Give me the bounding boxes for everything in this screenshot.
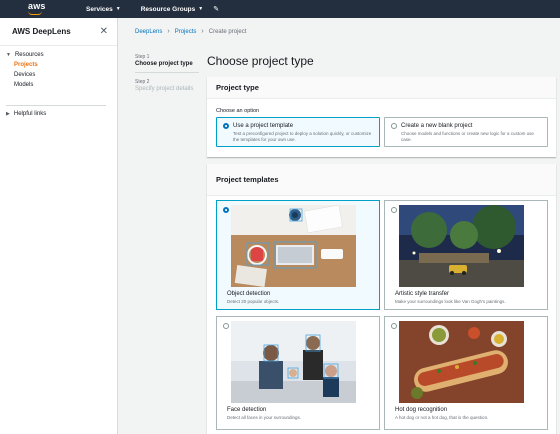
aws-smile-icon xyxy=(28,11,42,15)
radio-unselected-icon[interactable] xyxy=(223,323,229,329)
resources-label: Resources xyxy=(14,52,44,58)
services-label: Services xyxy=(86,5,113,13)
wizard-steps: Step 1 Choose project type Step 2 Specif… xyxy=(135,54,205,92)
top-nav: aws Services ▼ Resource Groups ▼ ✎ xyxy=(0,0,560,18)
radio-unselected-icon[interactable] xyxy=(391,323,397,329)
step-1-number: Step 1 xyxy=(135,54,150,60)
aws-logo-text: aws xyxy=(28,1,46,11)
page-title: Choose project type xyxy=(207,54,314,68)
caret-down-icon: ▼ xyxy=(198,6,204,12)
template-card-style-transfer[interactable]: Artistic style transfer Make your surrou… xyxy=(384,200,548,310)
sidebar-item-devices[interactable]: Devices xyxy=(6,68,117,78)
radio-unselected-icon[interactable] xyxy=(391,123,397,129)
step-divider xyxy=(135,72,199,73)
option-title: Create a new blank project xyxy=(401,123,473,129)
radio-selected-icon[interactable] xyxy=(223,123,229,129)
helpful-links-label: Helpful links xyxy=(13,111,47,117)
step-2-label: Specify project details xyxy=(135,86,194,92)
resource-groups-label: Resource Groups xyxy=(140,5,196,13)
project-templates-heading: Project templates xyxy=(207,164,556,196)
sidebar-item-models[interactable]: Models xyxy=(6,78,117,88)
template-card-hot-dog[interactable]: Hot dog recognition A hot dog or not a h… xyxy=(384,316,548,430)
breadcrumb-projects[interactable]: Projects xyxy=(175,29,197,35)
card-title: Hot dog recognition xyxy=(395,407,448,413)
card-title: Artistic style transfer xyxy=(395,291,450,297)
chevron-right-icon: › xyxy=(167,28,170,35)
option-title: Use a project template xyxy=(233,123,294,129)
aws-logo[interactable]: aws xyxy=(22,0,66,18)
card-description: A hot dog or not a hot dog, that is the … xyxy=(395,415,489,420)
sidebar: AWS DeepLens ✕ ▼ Resources Projects Devi… xyxy=(0,18,118,434)
card-description: Make your surroundings look like Van Gog… xyxy=(395,299,506,304)
template-card-object-detection[interactable]: Object detection Detect 20 popular objec… xyxy=(216,200,380,310)
sidebar-header: AWS DeepLens ✕ xyxy=(0,18,117,46)
style-transfer-image xyxy=(399,205,524,287)
caret-down-icon: ▼ xyxy=(6,52,11,58)
resource-groups-menu[interactable]: Resource Groups ▼ xyxy=(141,6,204,13)
main-content: DeepLens › Projects › Create project Ste… xyxy=(119,18,560,434)
project-type-panel: Project type Choose an option Use a proj… xyxy=(207,77,556,157)
card-title: Object detection xyxy=(227,291,271,297)
face-detection-image xyxy=(231,321,356,403)
option-description: Choose models and functions or create ne… xyxy=(401,131,534,142)
project-templates-panel: Project templates Object detection Detec… xyxy=(207,164,556,434)
sidebar-title[interactable]: AWS DeepLens xyxy=(12,27,71,36)
object-detection-image xyxy=(231,205,356,287)
breadcrumb-deeplens[interactable]: DeepLens xyxy=(135,29,162,35)
sidebar-divider xyxy=(6,105,106,106)
option-use-template[interactable]: Use a project template Test a preconfigu… xyxy=(216,117,380,147)
caret-right-icon: ▶ xyxy=(6,111,10,117)
card-description: Detect 20 popular objects. xyxy=(227,299,280,304)
services-menu[interactable]: Services ▼ xyxy=(86,6,121,13)
project-type-heading: Project type xyxy=(207,77,556,99)
breadcrumb: DeepLens › Projects › Create project xyxy=(135,28,246,35)
sidebar-item-projects[interactable]: Projects xyxy=(6,58,117,68)
hot-dog-image xyxy=(399,321,524,403)
breadcrumb-current: Create project xyxy=(208,28,247,35)
template-card-face-detection[interactable]: Face detection Detect all faces in your … xyxy=(216,316,380,430)
close-icon[interactable]: ✕ xyxy=(100,26,108,37)
pin-icon[interactable]: ✎ xyxy=(213,5,219,13)
card-description: Detect all faces in your surroundings. xyxy=(227,415,302,420)
resources-group: ▼ Resources Projects Devices Models xyxy=(0,46,117,88)
card-title: Face detection xyxy=(227,407,267,413)
radio-unselected-icon[interactable] xyxy=(391,207,397,213)
helpful-links-toggle[interactable]: ▶ Helpful links xyxy=(6,111,46,117)
caret-down-icon: ▼ xyxy=(115,6,121,12)
option-blank-project[interactable]: Create a new blank project Choose models… xyxy=(384,117,548,147)
step-2-number: Step 2 xyxy=(135,79,150,85)
choose-option-label: Choose an option xyxy=(216,108,260,114)
step-1-label: Choose project type xyxy=(135,61,193,67)
chevron-right-icon: › xyxy=(201,28,204,35)
radio-selected-icon[interactable] xyxy=(223,207,229,213)
option-description: Test a preconfigured project to deploy a… xyxy=(233,131,372,142)
